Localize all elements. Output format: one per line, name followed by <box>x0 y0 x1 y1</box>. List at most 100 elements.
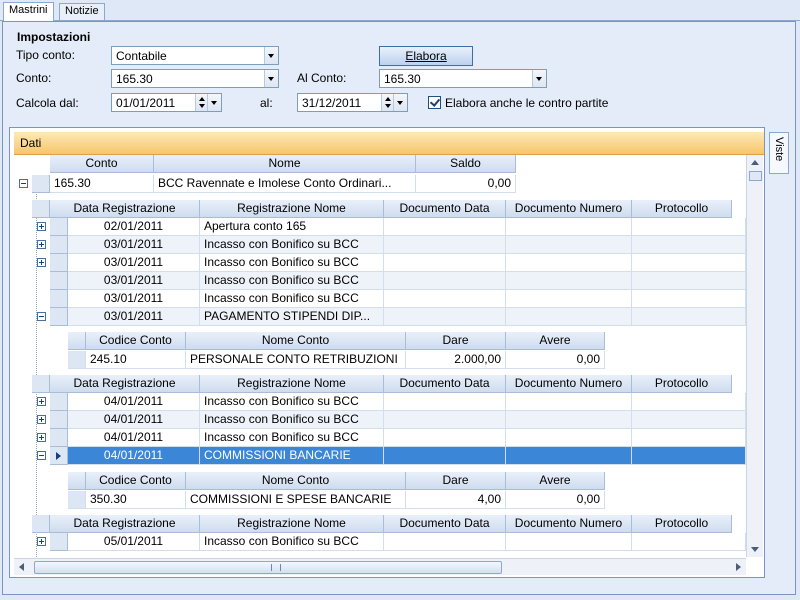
column-header-data-registrazione[interactable]: Data Registrazione <box>50 375 200 393</box>
row-indicator[interactable] <box>50 393 68 411</box>
column-header-registrazione-nome[interactable]: Registrazione Nome <box>200 515 384 533</box>
protocollo-cell <box>632 308 746 326</box>
date-to-picker[interactable]: 31/12/2011 <box>297 93 408 112</box>
row-indicator[interactable] <box>50 272 68 290</box>
conto-value: 165.30 <box>116 72 153 86</box>
column-header-nome-conto[interactable]: Nome Conto <box>186 472 406 490</box>
column-header-documento-data[interactable]: Documento Data <box>384 375 506 393</box>
registrazione-nome-cell: Incasso con Bonifico su BCC <box>200 272 384 290</box>
protocollo-cell <box>632 533 746 551</box>
sub-header-indicator <box>68 472 86 490</box>
chevron-down-icon[interactable] <box>264 47 278 64</box>
column-header-documento-data[interactable]: Documento Data <box>384 200 506 218</box>
scroll-left-icon[interactable] <box>19 563 24 571</box>
column-header-documento-numero[interactable]: Documento Numero <box>506 200 632 218</box>
row-indicator[interactable] <box>50 218 68 236</box>
column-header-codice-conto[interactable]: Codice Conto <box>86 332 186 350</box>
data-registrazione-cell: 04/01/2011 <box>68 393 200 411</box>
column-header-documento-numero[interactable]: Documento Numero <box>506 515 632 533</box>
column-header-data-registrazione[interactable]: Data Registrazione <box>50 200 200 218</box>
documento-data-cell <box>384 393 506 411</box>
column-header-registrazione-nome[interactable]: Registrazione Nome <box>200 200 384 218</box>
tab-mastrini[interactable]: Mastrini <box>3 2 54 21</box>
registrazione-nome-cell: COMMISSIONI BANCARIE <box>200 447 384 465</box>
date-to-value: 31/12/2011 <box>302 96 362 110</box>
collapse-icon[interactable] <box>19 179 28 188</box>
chevron-down-icon[interactable] <box>393 94 407 111</box>
column-header-avere[interactable]: Avere <box>506 332 605 350</box>
date-from-picker[interactable]: 01/01/2011 <box>111 93 222 112</box>
sub-codice: 350.30 <box>86 491 186 509</box>
documento-numero-cell <box>506 218 632 236</box>
chevron-down-icon[interactable] <box>207 94 221 111</box>
data-registrazione-cell: 03/01/2011 <box>68 254 200 272</box>
tipo-conto-value: Contabile <box>116 49 167 63</box>
column-header-nome-conto[interactable]: Nome Conto <box>186 332 406 350</box>
viste-label: Viste <box>773 137 785 162</box>
scroll-up-icon[interactable] <box>751 160 759 165</box>
expand-icon[interactable] <box>37 258 46 267</box>
al-conto-select[interactable]: 165.30 <box>379 69 547 88</box>
column-header-dare[interactable]: Dare <box>406 332 506 350</box>
row-indicator[interactable] <box>50 533 68 551</box>
column-header-data-registrazione[interactable]: Data Registrazione <box>50 515 200 533</box>
row-indicator[interactable] <box>50 411 68 429</box>
tab-notizie[interactable]: Notizie <box>59 3 105 20</box>
registrazione-nome-cell: Incasso con Bonifico su BCC <box>200 411 384 429</box>
expand-icon[interactable] <box>37 433 46 442</box>
expand-icon[interactable] <box>37 222 46 231</box>
column-header-codice-conto[interactable]: Codice Conto <box>86 472 186 490</box>
scroll-down-icon[interactable] <box>751 547 759 552</box>
horizontal-scrollbar[interactable] <box>14 558 746 575</box>
row-indicator[interactable] <box>50 236 68 254</box>
scroll-right-icon[interactable] <box>736 563 741 571</box>
documento-numero-cell <box>506 411 632 429</box>
documento-numero-cell <box>506 254 632 272</box>
row-indicator[interactable] <box>50 447 68 465</box>
column-header-avere[interactable]: Avere <box>506 472 605 490</box>
collapse-icon[interactable] <box>37 312 46 321</box>
vertical-scrollbar[interactable] <box>746 155 763 557</box>
documento-data-cell <box>384 272 506 290</box>
registrazione-nome-cell: Incasso con Bonifico su BCC <box>200 254 384 272</box>
row-indicator[interactable] <box>50 290 68 308</box>
column-header-documento-data[interactable]: Documento Data <box>384 515 506 533</box>
tipo-conto-select[interactable]: Contabile <box>111 46 279 65</box>
contro-partite-label: Elabora anche le contro partite <box>445 96 609 110</box>
contro-partite-checkbox[interactable] <box>428 96 441 109</box>
column-header-protocollo[interactable]: Protocollo <box>632 375 732 393</box>
expand-icon[interactable] <box>37 397 46 406</box>
scroll-thumb[interactable] <box>34 561 502 574</box>
column-header-protocollo[interactable]: Protocollo <box>632 515 732 533</box>
elabora-button[interactable]: Elabora <box>379 46 473 66</box>
tab-label: Mastrini <box>9 4 48 16</box>
row-indicator[interactable] <box>50 308 68 326</box>
column-header-nome[interactable]: Nome <box>154 155 416 173</box>
data-grid: Conto Nome Saldo 165.30 BCC Ravennate e … <box>14 155 746 557</box>
column-header-dare[interactable]: Dare <box>406 472 506 490</box>
viste-side-tab[interactable]: Viste <box>769 132 789 174</box>
sub-avere: 0,00 <box>506 491 605 509</box>
row-indicator[interactable] <box>32 175 50 193</box>
column-header-protocollo[interactable]: Protocollo <box>632 200 732 218</box>
column-header-saldo[interactable]: Saldo <box>416 155 516 173</box>
expand-icon[interactable] <box>37 415 46 424</box>
expand-icon[interactable] <box>37 537 46 546</box>
chevron-down-icon[interactable] <box>264 70 278 87</box>
grip-icon <box>271 564 281 571</box>
column-header-conto[interactable]: Conto <box>50 155 154 173</box>
data-registrazione-cell: 03/01/2011 <box>68 272 200 290</box>
protocollo-cell <box>632 254 746 272</box>
column-header-documento-numero[interactable]: Documento Numero <box>506 375 632 393</box>
row-indicator[interactable] <box>50 254 68 272</box>
scroll-thumb[interactable] <box>749 171 762 181</box>
documento-numero-cell <box>506 272 632 290</box>
chevron-down-icon[interactable] <box>532 70 546 87</box>
registrazione-nome-cell: Incasso con Bonifico su BCC <box>200 533 384 551</box>
expand-icon[interactable] <box>37 240 46 249</box>
row-indicator[interactable] <box>50 429 68 447</box>
conto-select[interactable]: 165.30 <box>111 69 279 88</box>
documento-data-cell <box>384 447 506 465</box>
collapse-icon[interactable] <box>37 451 46 460</box>
column-header-registrazione-nome[interactable]: Registrazione Nome <box>200 375 384 393</box>
